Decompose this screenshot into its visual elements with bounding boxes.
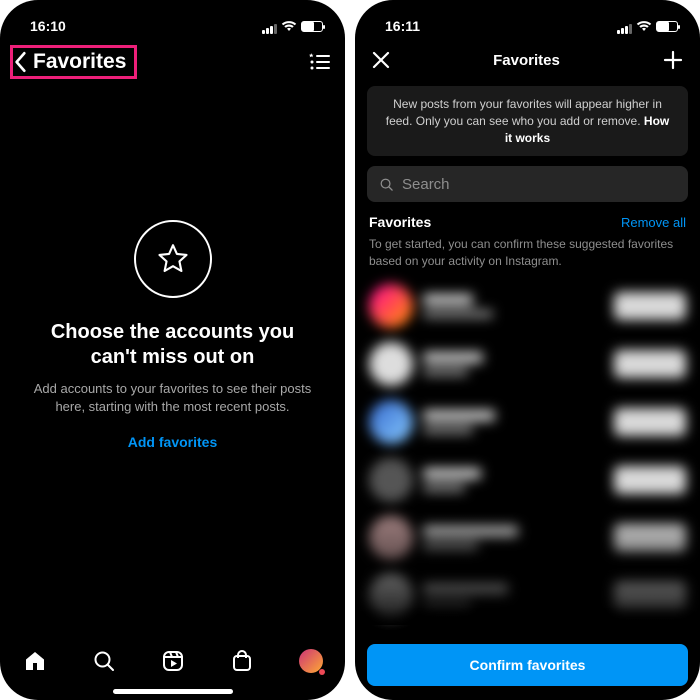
signal-icon [261,18,277,34]
header-title: Favorites [493,52,560,69]
status-time: 16:10 [30,18,66,34]
wifi-icon [281,20,297,32]
battery-icon [301,21,323,32]
signal-icon [616,18,632,34]
info-card: New posts from your favorites will appea… [367,86,688,156]
add-icon[interactable] [662,49,684,71]
status-bar: 16:11 [355,0,700,40]
list-item[interactable] [361,393,694,451]
list-item[interactable] [361,335,694,393]
status-icons [261,18,323,34]
phone-favorites-manage: 16:11 Favorites New posts from your favo… [355,0,700,700]
section-hint: To get started, you can confirm these su… [355,236,700,276]
status-icons [616,18,678,34]
suggested-list [355,277,700,625]
tab-reels-icon[interactable] [161,649,185,673]
list-item[interactable] [361,451,694,509]
status-bar: 16:10 [0,0,345,40]
close-icon[interactable] [371,50,391,70]
add-favorites-link[interactable]: Add favorites [30,434,315,450]
search-input[interactable]: Search [367,166,688,202]
info-text: New posts from your favorites will appea… [386,97,662,128]
tab-search-icon[interactable] [92,649,116,673]
empty-body: Add accounts to your favorites to see th… [30,380,315,416]
list-item[interactable] [361,277,694,335]
tab-shop-icon[interactable] [230,649,254,673]
tab-bar [0,636,345,700]
empty-state: Choose the accounts you can't miss out o… [0,220,345,450]
tab-home-icon[interactable] [23,649,47,673]
battery-icon [656,21,678,32]
wifi-icon [636,20,652,32]
star-circle-icon [134,220,212,298]
phone-favorites-empty: 16:10 Favorites Choose the accounts you … [0,0,345,700]
tab-profile-avatar[interactable] [299,649,323,673]
home-indicator [113,689,233,694]
list-item[interactable] [361,567,694,625]
confirm-favorites-button[interactable]: Confirm favorites [367,644,688,686]
section-title: Favorites [369,214,431,230]
search-icon [379,177,394,192]
chevron-left-icon [13,51,29,73]
header: Favorites [355,40,700,80]
section-header: Favorites Remove all [355,214,700,236]
back-favorites-highlight[interactable]: Favorites [10,45,137,79]
remove-all-link[interactable]: Remove all [621,215,686,230]
search-placeholder: Search [402,176,450,193]
status-time: 16:11 [385,18,420,34]
header: Favorites [0,40,345,84]
empty-heading: Choose the accounts you can't miss out o… [30,320,315,370]
list-item[interactable] [361,509,694,567]
manage-list-icon[interactable] [309,53,331,71]
header-title: Favorites [33,50,126,74]
